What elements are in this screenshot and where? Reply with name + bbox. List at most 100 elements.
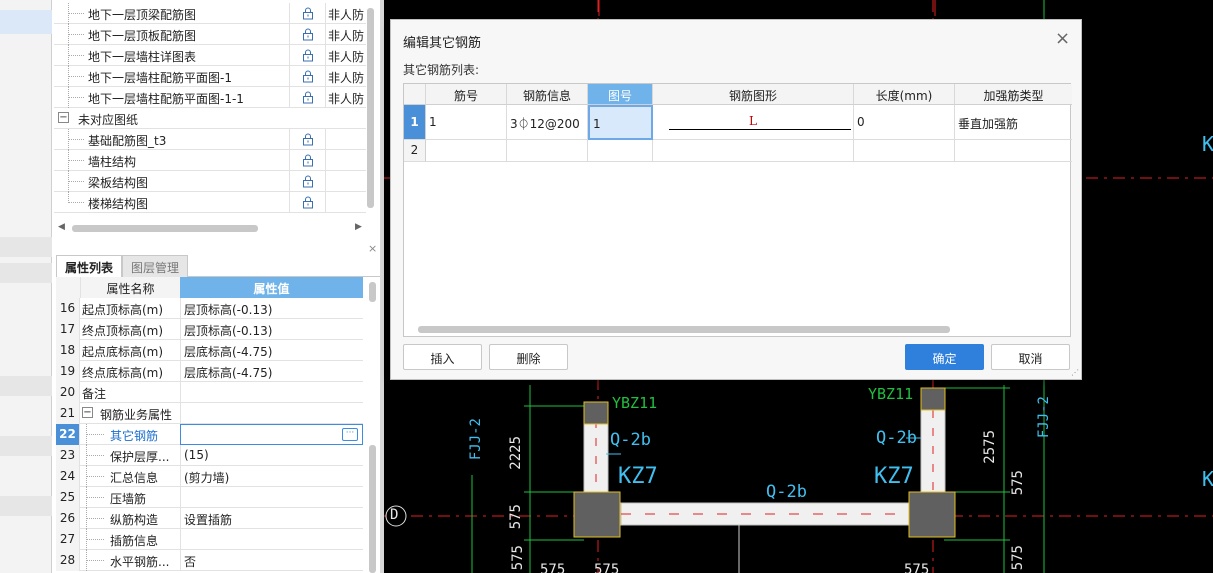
tab-layers[interactable]: 图层管理 xyxy=(122,255,189,277)
tree-horizontal-scrollbar[interactable] xyxy=(72,225,258,232)
table-row[interactable]: 18 起点底标高(m) 层底标高(-4.75) xyxy=(56,340,363,361)
tree-item-name: 墙柱结构 xyxy=(88,155,137,169)
property-value[interactable]: 设置插筋 xyxy=(180,508,363,529)
table-row[interactable]: 25 压墙筋 xyxy=(56,487,363,508)
left-nav-band xyxy=(0,376,52,396)
row-number[interactable]: 1 xyxy=(404,105,426,140)
row-number: 21 xyxy=(56,403,80,424)
property-value[interactable] xyxy=(180,382,363,403)
property-value-input[interactable]: ··· xyxy=(180,424,363,445)
lock-icon[interactable] xyxy=(289,24,326,45)
property-vertical-scrollbar-thumb[interactable] xyxy=(369,445,376,573)
grid-cell-bar-info[interactable]: 3⏀12@200 xyxy=(507,105,588,140)
lock-icon[interactable] xyxy=(289,45,326,66)
grid-cell-bar-no[interactable]: 1 xyxy=(426,105,507,140)
property-value[interactable]: 层顶标高(-0.13) xyxy=(180,319,363,340)
lock-icon[interactable] xyxy=(289,171,326,192)
tree-item[interactable]: 楼梯结构图 xyxy=(54,192,366,213)
column-header: 图号 xyxy=(588,84,653,105)
tree-vertical-scrollbar[interactable] xyxy=(367,8,374,208)
property-value[interactable] xyxy=(180,529,363,550)
property-value[interactable]: (剪力墙) xyxy=(180,466,363,487)
left-nav-band xyxy=(0,436,52,456)
delete-button[interactable]: 删除 xyxy=(489,344,568,370)
grid-cell-bar-no[interactable] xyxy=(426,140,507,162)
table-row[interactable]: 24 汇总信息 (剪力墙) xyxy=(56,466,363,487)
table-row[interactable]: 27 插筋信息 xyxy=(56,529,363,550)
scroll-right-icon[interactable]: ▶ xyxy=(355,222,362,232)
property-vertical-scrollbar[interactable] xyxy=(369,282,376,302)
property-value[interactable] xyxy=(180,487,363,508)
resize-grip-icon[interactable]: ⋰ xyxy=(1071,368,1079,377)
cad-label: YBZ11 xyxy=(612,394,658,412)
tree-group-unmatched[interactable]: − 未对应图纸 xyxy=(54,108,366,129)
tree-item[interactable]: 地下一层墙柱详图表 非人防 xyxy=(54,45,366,66)
row-number: 19 xyxy=(56,361,80,382)
table-row[interactable]: 17 终点顶标高(m) 层顶标高(-0.13) xyxy=(56,319,363,340)
collapse-icon[interactable]: − xyxy=(82,407,93,418)
lock-icon[interactable] xyxy=(289,192,326,213)
table-row[interactable]: 21 − 钢筋业务属性 xyxy=(56,403,363,424)
cad-dimension: 575 xyxy=(1010,545,1026,571)
collapse-icon[interactable]: − xyxy=(58,112,69,123)
left-nav-selected[interactable] xyxy=(0,10,52,34)
row-number[interactable]: 2 xyxy=(404,140,426,162)
grid-cell-fig-no[interactable] xyxy=(588,140,653,162)
tab-properties[interactable]: 属性列表 xyxy=(56,255,123,277)
property-value[interactable]: 层顶标高(-0.13) xyxy=(180,298,363,319)
ok-button[interactable]: 确定 xyxy=(905,344,984,370)
tree-item[interactable]: 基础配筋图_t3 xyxy=(54,129,366,150)
tree-item[interactable]: 墙柱结构 xyxy=(54,150,366,171)
tree-item-type: 非人防 xyxy=(328,50,365,64)
grid-horizontal-scrollbar[interactable] xyxy=(418,326,950,333)
property-value[interactable]: (15) xyxy=(180,445,363,466)
grid-cell-bar-shape[interactable] xyxy=(653,140,854,162)
grid-cell-fig-no[interactable]: 1 xyxy=(588,105,653,140)
cancel-button[interactable]: 取消 xyxy=(991,344,1070,370)
dialog-title: 编辑其它钢筋 xyxy=(403,36,482,51)
grid-cell-length[interactable] xyxy=(854,140,955,162)
close-icon[interactable]: × xyxy=(368,242,377,255)
tree-item[interactable]: 地下一层顶梁配筋图 非人防 xyxy=(54,3,366,24)
table-row[interactable]: 20 备注 xyxy=(56,382,363,403)
lock-icon[interactable] xyxy=(289,129,326,150)
column-header: 长度(mm) xyxy=(854,84,955,105)
property-value[interactable]: 层底标高(-4.75) xyxy=(180,340,363,361)
insert-button[interactable]: 插入 xyxy=(403,344,482,370)
lock-icon[interactable] xyxy=(289,87,326,108)
table-row[interactable]: 19 终点底标高(m) 层底标高(-4.75) xyxy=(56,361,363,382)
tree-item[interactable]: 地下一层顶板配筋图 非人防 xyxy=(54,24,366,45)
lock-icon[interactable] xyxy=(289,66,326,87)
table-row-selected[interactable]: 22 其它钢筋 ··· xyxy=(56,424,363,445)
property-name: 其它钢筋 xyxy=(110,429,159,443)
row-number: 16 xyxy=(56,298,80,319)
scroll-left-icon[interactable]: ◀ xyxy=(58,222,65,232)
close-icon[interactable]: × xyxy=(1055,28,1070,49)
grid-cell-bar-shape[interactable]: L xyxy=(653,105,854,140)
property-value[interactable]: 层底标高(-4.75) xyxy=(180,361,363,382)
tree-item-name: 地下一层顶板配筋图 xyxy=(88,29,197,43)
property-name: 起点顶标高(m) xyxy=(82,303,164,317)
lock-icon[interactable] xyxy=(289,3,326,24)
table-row[interactable]: 16 起点顶标高(m) 层顶标高(-0.13) xyxy=(56,298,363,319)
property-value[interactable]: 否 xyxy=(180,550,363,571)
lock-icon[interactable] xyxy=(289,150,326,171)
grid-cell-bar-info[interactable] xyxy=(507,140,588,162)
table-row[interactable]: 26 纵筋构造 设置插筋 xyxy=(56,508,363,529)
column-header-name: 属性名称 xyxy=(80,277,180,298)
row-number: 24 xyxy=(56,466,80,487)
property-name: 压墙筋 xyxy=(110,492,147,506)
more-icon[interactable]: ··· xyxy=(342,428,358,441)
table-row[interactable]: 23 保护层厚... (15) xyxy=(56,445,363,466)
grid-cell-type[interactable] xyxy=(955,140,1072,162)
tree-item-name: 楼梯结构图 xyxy=(88,197,149,211)
tree-item[interactable]: 地下一层墙柱配筋平面图-1 非人防 xyxy=(54,66,366,87)
table-row[interactable]: 28 水平钢筋... 否 xyxy=(56,550,363,571)
tree-item[interactable]: 地下一层墙柱配筋平面图-1-1 非人防 xyxy=(54,87,366,108)
left-nav-band xyxy=(0,496,52,516)
grid-cell-length[interactable]: 0 xyxy=(854,105,955,140)
tree-item[interactable]: 梁板结构图 xyxy=(54,171,366,192)
bar-shape-line xyxy=(669,129,851,130)
grid-cell-type[interactable]: 垂直加强筋 xyxy=(955,105,1072,140)
cad-label: Q-2b xyxy=(766,482,807,502)
